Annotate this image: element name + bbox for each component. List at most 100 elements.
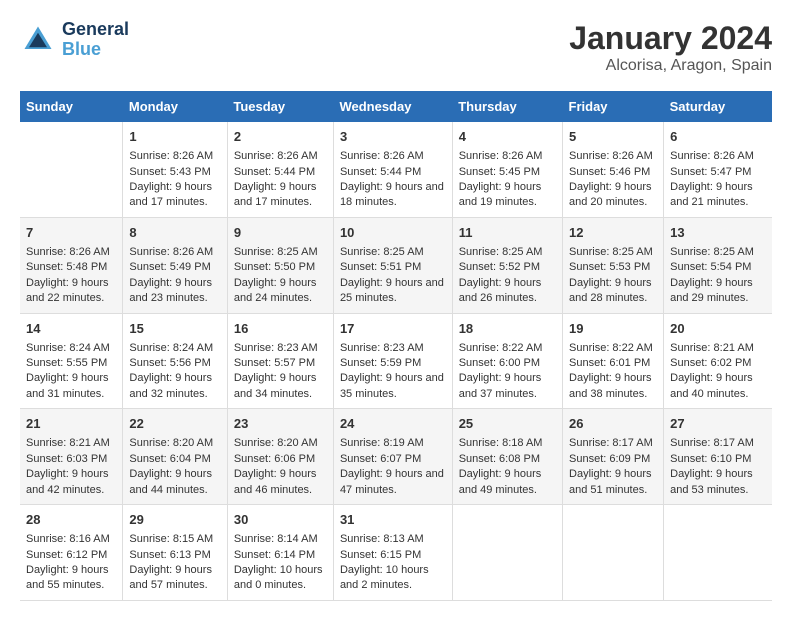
calendar-cell: 19Sunrise: 8:22 AMSunset: 6:01 PMDayligh… — [563, 313, 664, 409]
sunrise-text: Sunrise: 8:25 AM — [459, 245, 556, 260]
cell-content: 19Sunrise: 8:22 AMSunset: 6:01 PMDayligh… — [569, 320, 657, 403]
sunset-text: Sunset: 5:57 PM — [234, 356, 327, 371]
calendar-cell — [664, 505, 772, 601]
calendar-cell: 24Sunrise: 8:19 AMSunset: 6:07 PMDayligh… — [333, 409, 452, 505]
sunset-text: Sunset: 5:53 PM — [569, 260, 657, 275]
day-number: 16 — [234, 320, 327, 338]
calendar-cell: 13 Sunrise: 8:25 AMSunset: 5:54 PMDayligh… — [664, 217, 772, 313]
day-number: 6 — [670, 128, 766, 146]
day-number: 15 — [129, 320, 220, 338]
cell-content: 2Sunrise: 8:26 AMSunset: 5:44 PMDaylight… — [234, 128, 327, 211]
cell-content: 21Sunrise: 8:21 AMSunset: 6:03 PMDayligh… — [26, 415, 116, 498]
cell-content: 16 Sunrise: 8:23 AMSunset: 5:57 PMDayligh… — [234, 320, 327, 403]
calendar-cell: 5Sunrise: 8:26 AMSunset: 5:46 PMDaylight… — [563, 122, 664, 217]
daylight-text: Daylight: 9 hours and 34 minutes. — [234, 371, 327, 402]
sunset-text: Sunset: 6:01 PM — [569, 356, 657, 371]
cell-content: 1Sunrise: 8:26 AMSunset: 5:43 PMDaylight… — [129, 128, 220, 211]
sunrise-text: Sunrise: 8:23 AM — [234, 341, 327, 356]
sunrise-text: Sunrise: 8:20 AM — [129, 436, 220, 451]
sunset-text: Sunset: 5:44 PM — [340, 165, 446, 180]
logo-line2: Blue — [62, 40, 129, 60]
logo-line1: General — [62, 20, 129, 40]
daylight-text: Daylight: 9 hours and 28 minutes. — [569, 276, 657, 307]
sunrise-text: Sunrise: 8:26 AM — [569, 149, 657, 164]
sunset-text: Sunset: 5:44 PM — [234, 165, 327, 180]
cell-content: 29Sunrise: 8:15 AMSunset: 6:13 PMDayligh… — [129, 511, 220, 594]
logo-icon — [20, 22, 56, 58]
sunset-text: Sunset: 6:00 PM — [459, 356, 556, 371]
day-number: 1 — [129, 128, 220, 146]
sunrise-text: Sunrise: 8:22 AM — [459, 341, 556, 356]
day-number: 2 — [234, 128, 327, 146]
calendar-cell: 20Sunrise: 8:21 AMSunset: 6:02 PMDayligh… — [664, 313, 772, 409]
calendar-cell: 29Sunrise: 8:15 AMSunset: 6:13 PMDayligh… — [123, 505, 227, 601]
daylight-text: Daylight: 9 hours and 17 minutes. — [129, 180, 220, 211]
daylight-text: Daylight: 10 hours and 0 minutes. — [234, 563, 327, 594]
calendar-cell: 28Sunrise: 8:16 AMSunset: 6:12 PMDayligh… — [20, 505, 123, 601]
day-number: 5 — [569, 128, 657, 146]
cell-content: 12Sunrise: 8:25 AMSunset: 5:53 PMDayligh… — [569, 224, 657, 307]
header-tuesday: Tuesday — [227, 91, 333, 122]
sunset-text: Sunset: 6:12 PM — [26, 548, 116, 563]
sunset-text: Sunset: 5:59 PM — [340, 356, 446, 371]
calendar-cell: 16 Sunrise: 8:23 AMSunset: 5:57 PMDayligh… — [227, 313, 333, 409]
daylight-text: Daylight: 9 hours and 24 minutes. — [234, 276, 327, 307]
calendar-cell: 27Sunrise: 8:17 AMSunset: 6:10 PMDayligh… — [664, 409, 772, 505]
day-number: 21 — [26, 415, 116, 433]
day-number: 13 — [670, 224, 766, 242]
sunrise-text: Sunrise: 8:21 AM — [26, 436, 116, 451]
cell-content: 31Sunrise: 8:13 AMSunset: 6:15 PMDayligh… — [340, 511, 446, 594]
daylight-text: Daylight: 10 hours and 2 minutes. — [340, 563, 446, 594]
daylight-text: Daylight: 9 hours and 25 minutes. — [340, 276, 446, 307]
calendar-cell: 22Sunrise: 8:20 AMSunset: 6:04 PMDayligh… — [123, 409, 227, 505]
cell-content: 22Sunrise: 8:20 AMSunset: 6:04 PMDayligh… — [129, 415, 220, 498]
calendar-cell: 31Sunrise: 8:13 AMSunset: 6:15 PMDayligh… — [333, 505, 452, 601]
calendar-cell — [563, 505, 664, 601]
day-number: 22 — [129, 415, 220, 433]
daylight-text: Daylight: 9 hours and 29 minutes. — [670, 276, 766, 307]
cell-content: 15Sunrise: 8:24 AMSunset: 5:56 PMDayligh… — [129, 320, 220, 403]
cell-content: 13 Sunrise: 8:25 AMSunset: 5:54 PMDayligh… — [670, 224, 766, 307]
sunset-text: Sunset: 5:54 PM — [670, 260, 766, 275]
sunrise-text: Sunrise: 8:26 AM — [234, 149, 327, 164]
cell-content: 14Sunrise: 8:24 AMSunset: 5:55 PMDayligh… — [26, 320, 116, 403]
day-number: 23 — [234, 415, 327, 433]
calendar-cell: 30Sunrise: 8:14 AMSunset: 6:14 PMDayligh… — [227, 505, 333, 601]
cell-content: 17Sunrise: 8:23 AMSunset: 5:59 PMDayligh… — [340, 320, 446, 403]
day-number: 10 — [340, 224, 446, 242]
header-saturday: Saturday — [664, 91, 772, 122]
sunset-text: Sunset: 5:46 PM — [569, 165, 657, 180]
title-section: January 2024 Alcorisa, Aragon, Spain — [569, 20, 772, 75]
cell-content: 8Sunrise: 8:26 AMSunset: 5:49 PMDaylight… — [129, 224, 220, 307]
sunrise-text: Sunrise: 8:23 AM — [340, 341, 446, 356]
day-number: 20 — [670, 320, 766, 338]
sunrise-text: Sunrise: 8:25 AM — [670, 245, 766, 260]
sunrise-text: Sunrise: 8:26 AM — [129, 149, 220, 164]
sunrise-text: Sunrise: 8:16 AM — [26, 532, 116, 547]
header-thursday: Thursday — [452, 91, 562, 122]
daylight-text: Daylight: 9 hours and 26 minutes. — [459, 276, 556, 307]
cell-content: 10Sunrise: 8:25 AMSunset: 5:51 PMDayligh… — [340, 224, 446, 307]
daylight-text: Daylight: 9 hours and 55 minutes. — [26, 563, 116, 594]
main-title: January 2024 — [569, 20, 772, 57]
day-number: 29 — [129, 511, 220, 529]
sunset-text: Sunset: 5:50 PM — [234, 260, 327, 275]
daylight-text: Daylight: 9 hours and 47 minutes. — [340, 467, 446, 498]
cell-content: 3Sunrise: 8:26 AMSunset: 5:44 PMDaylight… — [340, 128, 446, 211]
daylight-text: Daylight: 9 hours and 53 minutes. — [670, 467, 766, 498]
day-number: 9 — [234, 224, 327, 242]
daylight-text: Daylight: 9 hours and 23 minutes. — [129, 276, 220, 307]
cell-content: 18Sunrise: 8:22 AMSunset: 6:00 PMDayligh… — [459, 320, 556, 403]
daylight-text: Daylight: 9 hours and 44 minutes. — [129, 467, 220, 498]
calendar-cell: 7Sunrise: 8:26 AMSunset: 5:48 PMDaylight… — [20, 217, 123, 313]
day-number: 31 — [340, 511, 446, 529]
sunrise-text: Sunrise: 8:17 AM — [569, 436, 657, 451]
cell-content: 5Sunrise: 8:26 AMSunset: 5:46 PMDaylight… — [569, 128, 657, 211]
sunrise-text: Sunrise: 8:13 AM — [340, 532, 446, 547]
calendar-cell: 15Sunrise: 8:24 AMSunset: 5:56 PMDayligh… — [123, 313, 227, 409]
sunset-text: Sunset: 6:02 PM — [670, 356, 766, 371]
sunset-text: Sunset: 5:56 PM — [129, 356, 220, 371]
day-number: 4 — [459, 128, 556, 146]
daylight-text: Daylight: 9 hours and 35 minutes. — [340, 371, 446, 402]
day-number: 12 — [569, 224, 657, 242]
